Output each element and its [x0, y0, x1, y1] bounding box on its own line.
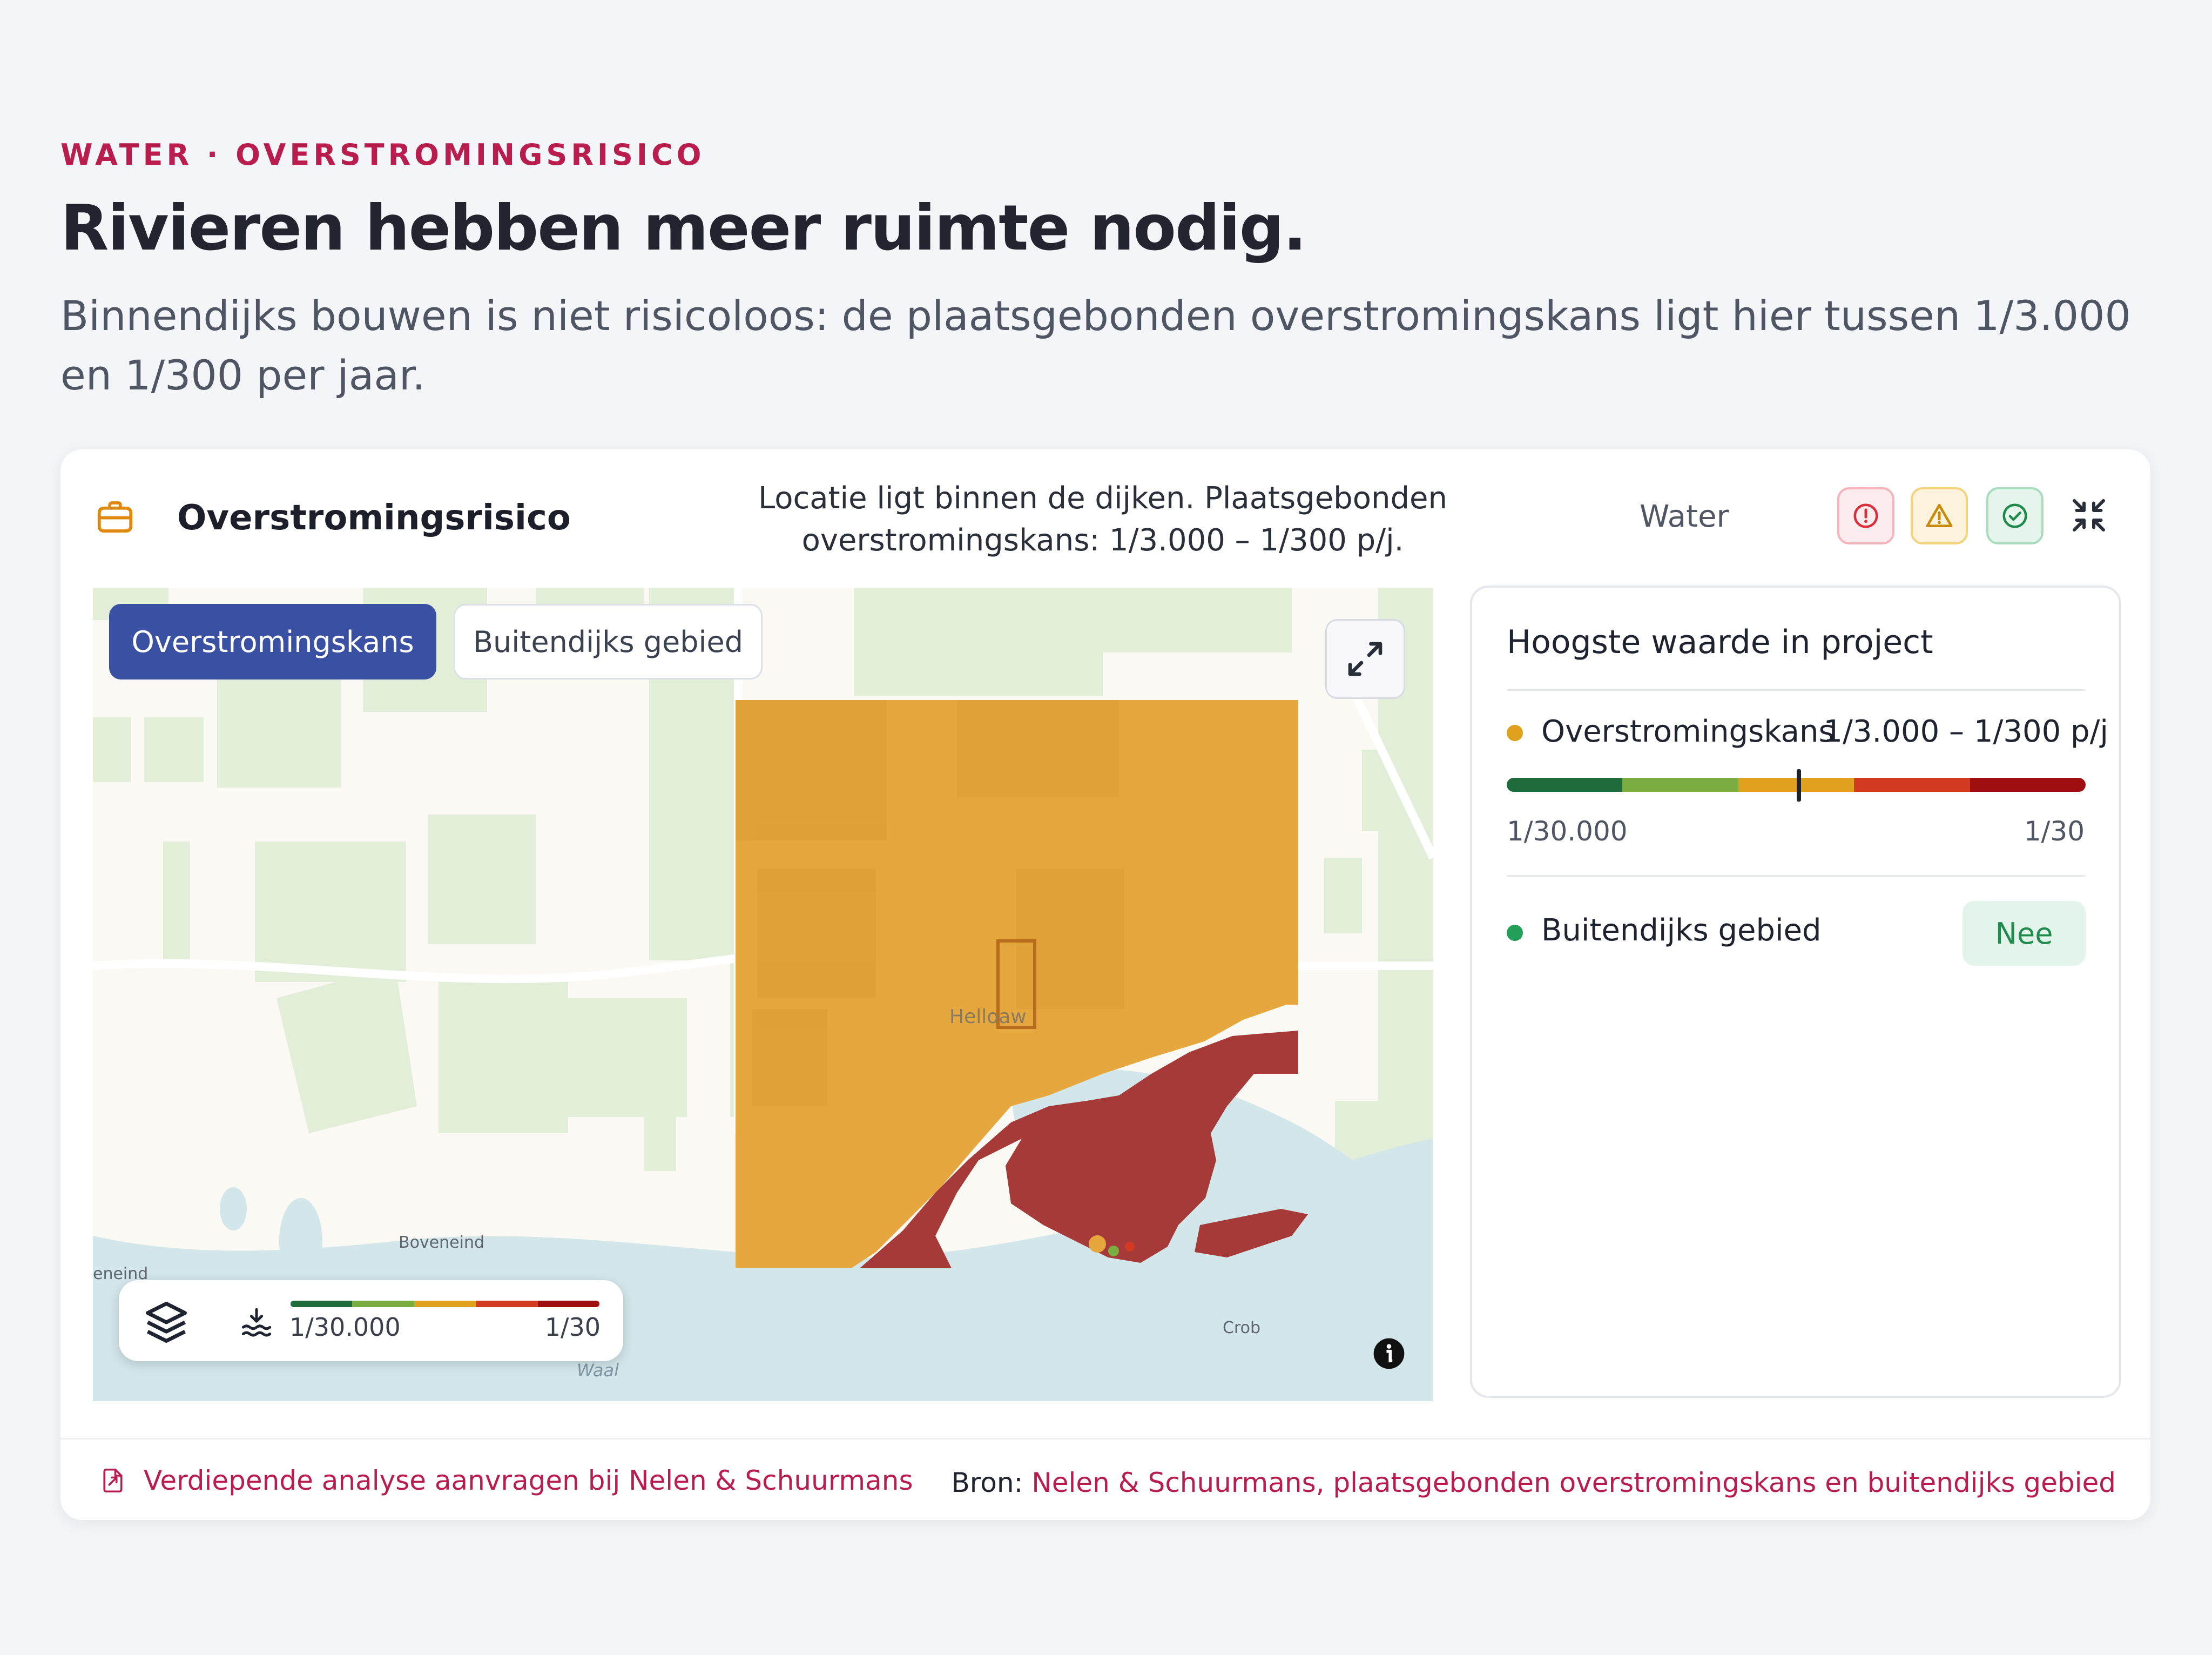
- card-category: Water: [1640, 499, 1729, 534]
- flood-chance-marker: [1797, 769, 1802, 802]
- water-level-icon: [241, 1308, 272, 1337]
- map-label-village-3: Crob: [1223, 1318, 1260, 1337]
- panel-title: Hoogste waarde in project: [1507, 623, 1933, 661]
- error-icon: [1853, 503, 1878, 528]
- legend-color-scale: [291, 1301, 599, 1307]
- map-fullscreen-button[interactable]: [1325, 619, 1405, 699]
- legend-high-label: 1/30: [544, 1313, 601, 1342]
- legend-scale-segment: [414, 1301, 476, 1307]
- tab-overstromingskans[interactable]: Overstromingskans: [109, 604, 436, 680]
- layers-icon[interactable]: [141, 1297, 191, 1347]
- document-export-icon: [103, 1468, 123, 1493]
- tab-buitendijks-gebied[interactable]: Buitendijks gebied: [454, 604, 763, 680]
- flood-map[interactable]: Helloaw Boveneind eneind Crob Waal Overs…: [93, 588, 1433, 1401]
- legend-scale-segment: [352, 1301, 414, 1307]
- source-credit: Bron: Nelen & Schuurmans, plaatsgebonden…: [952, 1467, 2116, 1498]
- legend-scale-segment: [537, 1301, 599, 1307]
- map-label-village-1: Boveneind: [399, 1233, 484, 1252]
- legend-scale-segment: [476, 1301, 538, 1307]
- expand-icon: [1348, 642, 1382, 676]
- map-label-river: Waal: [577, 1360, 619, 1381]
- scale-segment: [1738, 778, 1854, 792]
- scale-high-label: 1/30: [2024, 816, 2085, 847]
- source-value[interactable]: Nelen & Schuurmans, plaatsgebonden overs…: [1031, 1467, 2116, 1498]
- info-icon[interactable]: [1371, 1335, 1407, 1372]
- outer-dike-dot: [1507, 925, 1523, 941]
- scale-low-label: 1/30.000: [1507, 816, 1628, 847]
- card-summary: Locatie ligt binnen de dijken. Plaatsgeb…: [758, 481, 1447, 558]
- flood-chance-value: 1/3.000 – 1/300 p/j: [1823, 714, 2108, 749]
- flood-chance-scale: [1507, 778, 2086, 792]
- scale-segment: [1854, 778, 1970, 792]
- page-title: Rivieren hebben meer ruimte nodig.: [60, 192, 1307, 265]
- map-canvas[interactable]: Helloaw Boveneind eneind Crob Waal: [93, 588, 1433, 1401]
- check-icon: [2002, 503, 2027, 528]
- flood-risk-card: Overstromingsrisico Locatie ligt binnen …: [60, 449, 2150, 1520]
- outer-dike-badge: Nee: [1963, 901, 2086, 966]
- request-analysis-link[interactable]: Verdiepende analyse aanvragen bij Nelen …: [98, 1465, 913, 1496]
- card-header: Overstromingsrisico Locatie ligt binnen …: [60, 449, 2150, 558]
- highest-value-panel: Hoogste waarde in project Overstromingsk…: [1470, 586, 2121, 1398]
- status-error-button[interactable]: [1837, 487, 1894, 544]
- warning-icon: [1926, 503, 1953, 527]
- status-warning-button[interactable]: [1911, 487, 1968, 544]
- collapse-icon[interactable]: [2069, 496, 2108, 535]
- panel-divider: [1507, 689, 2086, 691]
- flood-chance-label: Overstromingskans: [1541, 714, 1835, 749]
- scale-segment: [1970, 778, 2086, 792]
- card-title: Overstromingsrisico: [177, 498, 571, 538]
- map-legend: 1/30.000 1/30: [119, 1280, 623, 1361]
- map-label-town: Helloaw: [949, 1006, 1027, 1028]
- section-eyebrow: WATER · OVERSTROMINGSRISICO: [60, 138, 705, 172]
- scale-segment: [1507, 778, 1623, 792]
- panel-divider: [1507, 875, 2086, 877]
- scale-segment: [1622, 778, 1738, 792]
- flood-chance-dot: [1507, 725, 1523, 741]
- legend-low-label: 1/30.000: [289, 1313, 401, 1342]
- legend-scale-segment: [291, 1301, 353, 1307]
- card-footer-divider: [60, 1438, 2150, 1439]
- status-ok-button[interactable]: [1986, 487, 2044, 544]
- source-label: Bron:: [951, 1467, 1023, 1498]
- briefcase-icon: [97, 501, 133, 533]
- outer-dike-label: Buitendijks gebied: [1541, 913, 1822, 948]
- page-lead: Binnendijks bouwen is niet risicoloos: d…: [60, 292, 2131, 399]
- request-analysis-label[interactable]: Verdiepende analyse aanvragen bij Nelen …: [144, 1465, 913, 1496]
